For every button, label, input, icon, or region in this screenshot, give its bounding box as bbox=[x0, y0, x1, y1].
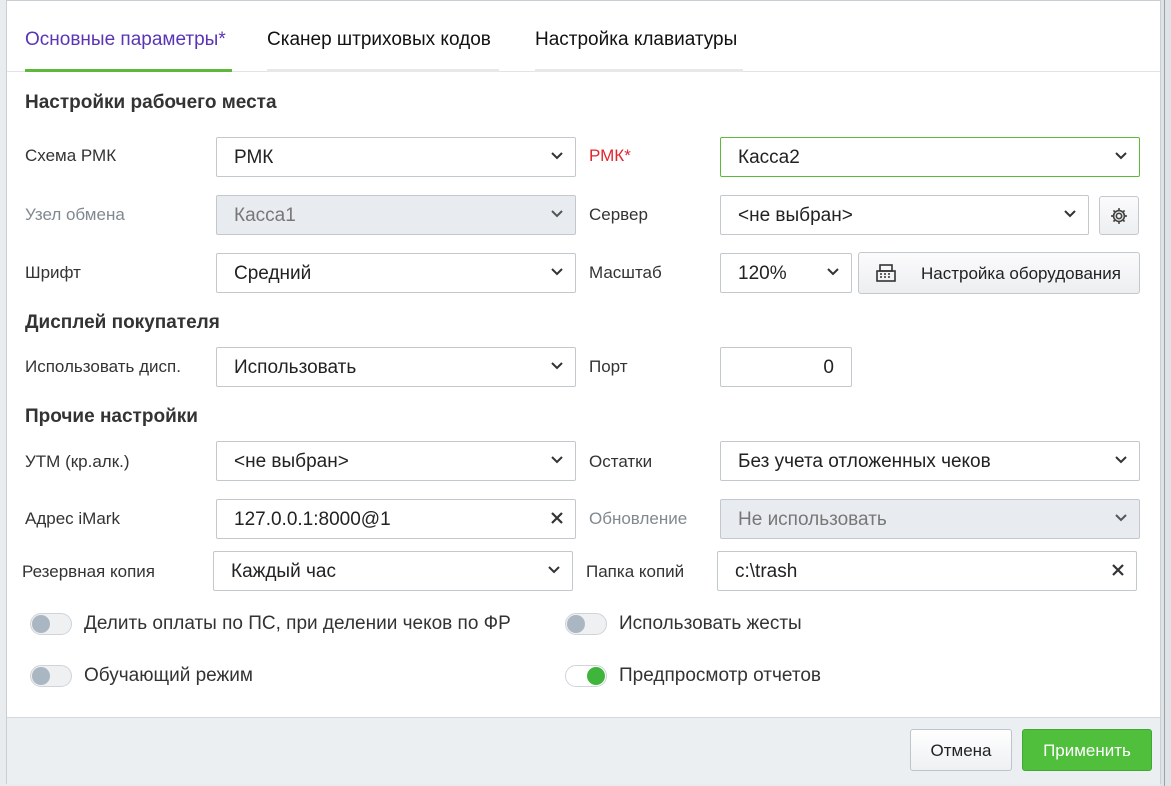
stock-value: Без учета отложенных чеков bbox=[738, 451, 991, 472]
exchange-node-label: Узел обмена bbox=[25, 205, 125, 224]
chevron-down-icon bbox=[551, 210, 563, 218]
use-display-value: Использовать bbox=[234, 357, 357, 378]
chevron-down-icon bbox=[1115, 456, 1127, 464]
tab-underline bbox=[267, 69, 499, 72]
tab-barcode-scanner[interactable]: Сканер штриховых кодов bbox=[267, 29, 491, 51]
training-mode-toggle[interactable] bbox=[30, 665, 72, 687]
chevron-down-icon bbox=[551, 268, 563, 276]
chevron-down-icon bbox=[551, 456, 563, 464]
server-settings-button[interactable] bbox=[1099, 196, 1139, 235]
tab-main-params[interactable]: Основные параметры* bbox=[25, 29, 226, 51]
split-payments-toggle[interactable] bbox=[30, 613, 72, 635]
gestures-toggle[interactable] bbox=[565, 613, 607, 635]
gear-icon bbox=[1111, 208, 1127, 224]
section-title-workplace: Настройки рабочего места bbox=[25, 92, 277, 113]
active-tab-underline bbox=[25, 69, 232, 72]
server-select[interactable]: <не выбран> bbox=[720, 195, 1089, 235]
clear-icon[interactable] bbox=[549, 510, 565, 526]
report-preview-toggle[interactable] bbox=[565, 665, 607, 687]
chevron-down-icon bbox=[1115, 152, 1127, 160]
backup-folder-value: c:\trash bbox=[735, 561, 798, 582]
backup-value: Каждый час bbox=[231, 561, 336, 582]
update-select: Не использовать bbox=[720, 499, 1140, 539]
chevron-down-icon bbox=[1064, 210, 1076, 218]
section-title-other: Прочие настройки bbox=[25, 406, 198, 427]
background-window bbox=[1160, 0, 1171, 786]
apply-label: Применить bbox=[1043, 741, 1131, 760]
report-preview-label: Предпросмотр отчетов bbox=[619, 665, 821, 686]
tab-keyboard-settings[interactable]: Настройка клавиатуры bbox=[535, 29, 737, 51]
chevron-down-icon bbox=[551, 362, 563, 370]
font-label: Шрифт bbox=[25, 263, 81, 282]
chevron-down-icon bbox=[1115, 514, 1127, 522]
dialog-footer: Отмена Применить bbox=[7, 717, 1160, 784]
scale-label: Масштаб bbox=[589, 263, 662, 282]
tab-underline bbox=[535, 69, 743, 72]
section-title-display: Дисплей покупателя bbox=[25, 312, 220, 333]
port-input[interactable]: 0 bbox=[720, 347, 852, 387]
gestures-label: Использовать жесты bbox=[619, 613, 802, 634]
imark-input[interactable]: 127.0.0.1:8000@1 bbox=[216, 499, 576, 539]
imark-value: 127.0.0.1:8000@1 bbox=[234, 509, 391, 530]
chevron-down-icon bbox=[548, 566, 560, 574]
equipment-settings-label: Настройка оборудования bbox=[920, 264, 1121, 283]
scale-value: 120% bbox=[738, 263, 787, 284]
training-mode-label: Обучающий режим bbox=[84, 665, 253, 686]
stock-label: Остатки bbox=[589, 452, 653, 471]
scheme-label: Схема РМК bbox=[25, 146, 117, 165]
port-value: 0 bbox=[823, 357, 834, 378]
backup-select[interactable]: Каждый час bbox=[213, 551, 573, 591]
use-display-label: Использовать дисп. bbox=[25, 357, 181, 376]
utm-label: УТМ (кр.алк.) bbox=[25, 452, 130, 471]
cancel-button[interactable]: Отмена bbox=[910, 729, 1012, 771]
split-payments-label: Делить оплаты по ПС, при делении чеков п… bbox=[84, 613, 511, 634]
use-display-select[interactable]: Использовать bbox=[216, 347, 576, 387]
scheme-value: РМК bbox=[234, 147, 274, 168]
font-select[interactable]: Средний bbox=[216, 253, 576, 293]
scale-select[interactable]: 120% bbox=[720, 253, 852, 293]
chevron-down-icon bbox=[551, 152, 563, 160]
imark-label: Адрес iMark bbox=[25, 509, 120, 528]
exchange-node-select: Касса1 bbox=[216, 195, 576, 235]
utm-select[interactable]: <не выбран> bbox=[216, 441, 576, 481]
equipment-settings-button[interactable]: Настройка оборудования bbox=[858, 252, 1140, 294]
rmk-select[interactable]: Касса2 bbox=[720, 137, 1140, 177]
cancel-label: Отмена bbox=[930, 741, 992, 760]
scheme-select[interactable]: РМК bbox=[216, 137, 576, 177]
font-value: Средний bbox=[234, 263, 312, 284]
utm-value: <не выбран> bbox=[234, 451, 349, 472]
clear-icon[interactable] bbox=[1110, 562, 1126, 578]
exchange-node-value: Касса1 bbox=[234, 205, 296, 226]
settings-dialog: Основные параметры* Сканер штриховых код… bbox=[6, 0, 1161, 784]
server-value: <не выбран> bbox=[738, 205, 853, 226]
backup-folder-input[interactable]: c:\trash bbox=[717, 551, 1137, 591]
backup-folder-label: Папка копий bbox=[586, 562, 685, 581]
apply-button[interactable]: Применить bbox=[1022, 729, 1152, 771]
port-label: Порт bbox=[589, 357, 628, 376]
update-label: Обновление bbox=[589, 509, 688, 528]
update-value: Не использовать bbox=[738, 509, 887, 530]
backup-label: Резервная копия bbox=[22, 562, 155, 581]
stock-select[interactable]: Без учета отложенных чеков bbox=[720, 441, 1140, 481]
server-label: Сервер bbox=[589, 205, 648, 224]
rmk-label: РМК* bbox=[589, 146, 631, 165]
rmk-value: Касса2 bbox=[738, 147, 800, 168]
chevron-down-icon bbox=[827, 268, 839, 276]
